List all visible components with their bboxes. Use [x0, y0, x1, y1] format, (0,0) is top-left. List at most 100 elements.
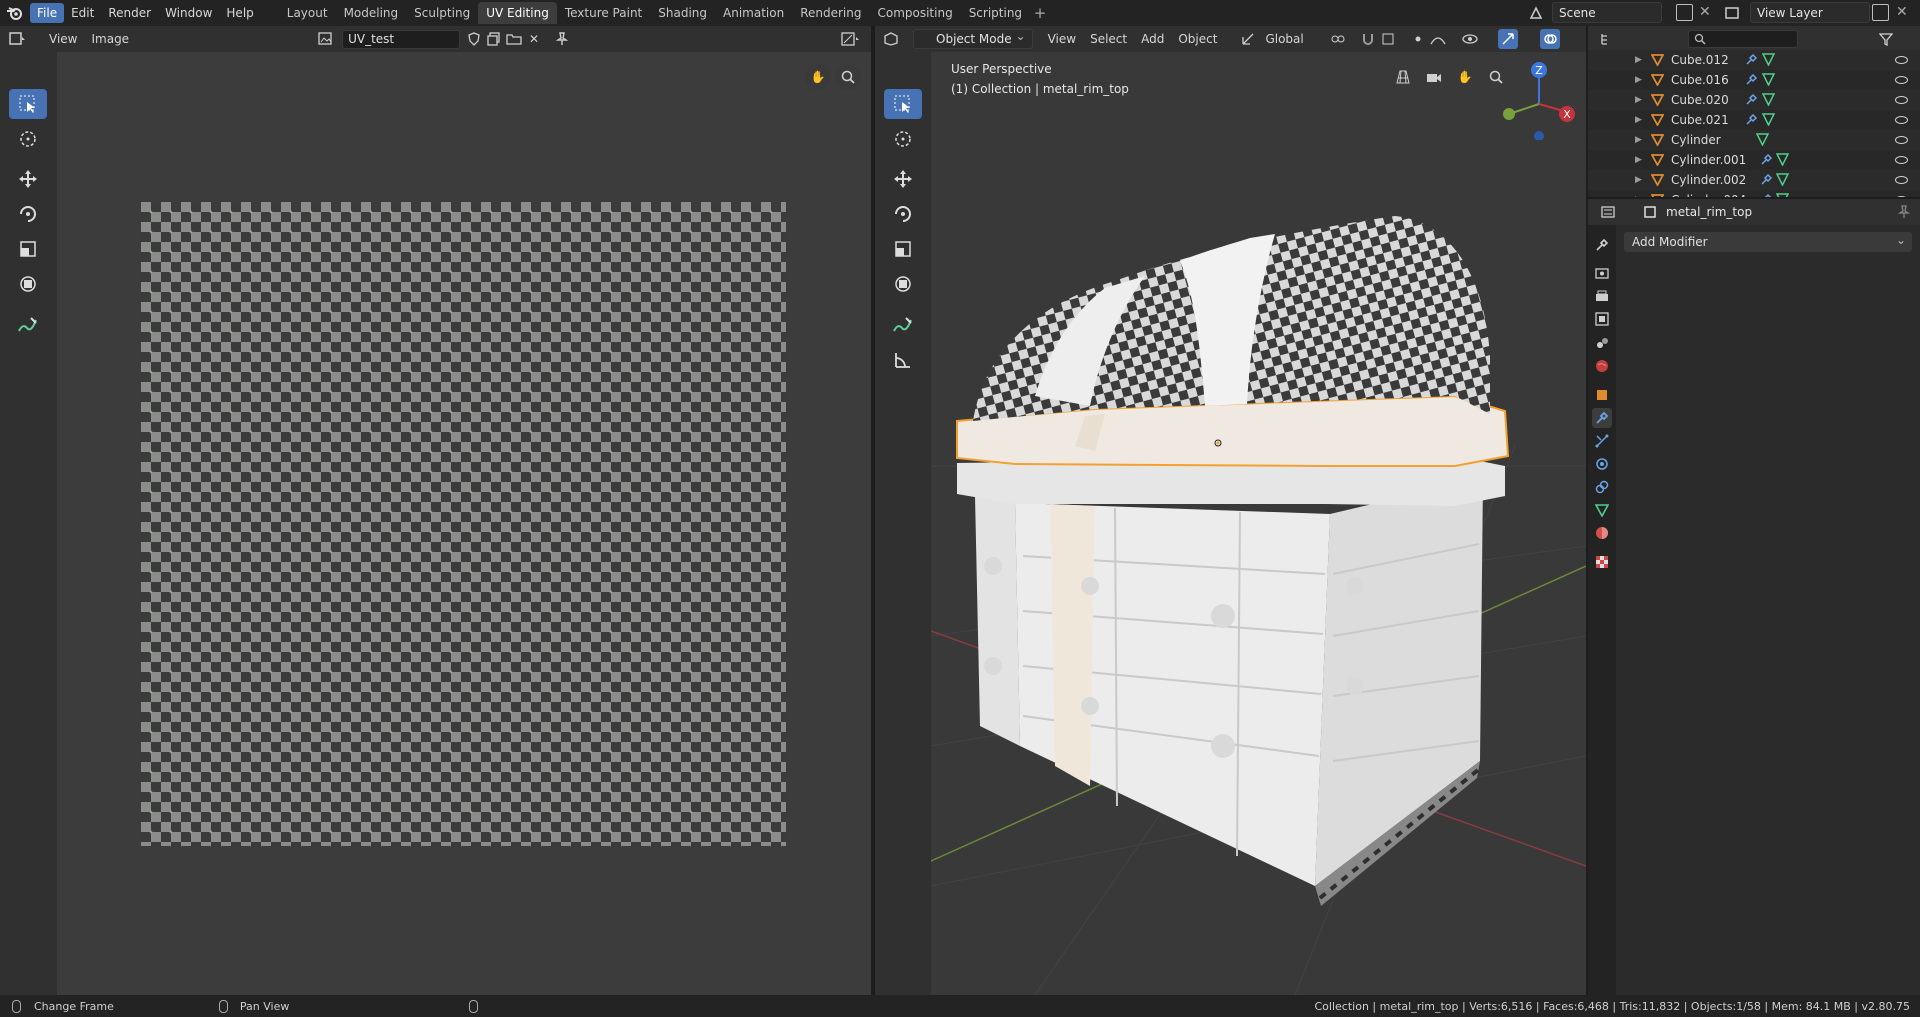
tab-layout[interactable]: Layout: [279, 2, 336, 24]
visibility-eye-icon[interactable]: [1895, 76, 1908, 84]
menu-file[interactable]: File: [30, 3, 65, 23]
outliner-row[interactable]: ▶ Cylinder: [1588, 130, 1920, 150]
tool-tab-icon[interactable]: [1592, 235, 1612, 255]
outliner-row[interactable]: ▶ Cube.016: [1588, 70, 1920, 90]
measure-tool[interactable]: [884, 345, 922, 375]
tab-compositing[interactable]: Compositing: [869, 2, 960, 24]
blender-logo-icon[interactable]: [0, 0, 30, 26]
output-tab-icon[interactable]: [1592, 286, 1612, 306]
modifier-tab-icon[interactable]: [1592, 408, 1612, 428]
visibility-eye-icon[interactable]: [1895, 116, 1908, 124]
material-tab-icon[interactable]: [1592, 523, 1612, 543]
viewport-editor-type-icon[interactable]: [883, 29, 903, 49]
viewport-menu-add[interactable]: Add: [1134, 29, 1171, 49]
new-scene-icon[interactable]: [1676, 4, 1693, 21]
outliner-row[interactable]: ▶ Cylinder.001: [1588, 150, 1920, 170]
gizmo-toggle-icon[interactable]: [1498, 29, 1518, 49]
texture-tab-icon[interactable]: [1592, 552, 1612, 572]
3d-viewport[interactable]: Object Mode View Select Add Object Globa…: [875, 26, 1586, 995]
outliner-row[interactable]: ▶ Cylinder.002: [1588, 170, 1920, 190]
viewport-annotate-tool[interactable]: [884, 310, 922, 340]
view-layer-selector[interactable]: View Layer: [1750, 2, 1870, 23]
view-layer-tab-icon[interactable]: [1592, 309, 1612, 329]
toggle-perspective-icon[interactable]: [1390, 64, 1416, 90]
scene-selector[interactable]: Scene: [1552, 2, 1662, 23]
move-tool[interactable]: [9, 164, 47, 194]
delete-scene-icon[interactable]: ✕: [1699, 4, 1711, 20]
properties-pin-icon[interactable]: [1894, 202, 1914, 222]
annotate-tool[interactable]: [9, 310, 47, 340]
uv-display-mode-icon[interactable]: [841, 29, 861, 49]
pin-icon[interactable]: [552, 29, 572, 49]
expand-arrow-icon[interactable]: ▶: [1635, 75, 1642, 85]
snap-icon[interactable]: [1358, 29, 1378, 49]
add-workspace-icon[interactable]: +: [1030, 4, 1050, 22]
menu-render[interactable]: Render: [101, 3, 158, 23]
delete-view-layer-icon[interactable]: ✕: [1896, 4, 1908, 20]
image-browse-icon[interactable]: [316, 29, 336, 49]
tab-shading[interactable]: Shading: [650, 2, 715, 24]
tab-texture-paint[interactable]: Texture Paint: [557, 2, 650, 24]
visibility-eye-icon[interactable]: [1895, 176, 1908, 184]
viewport-move-tool[interactable]: [884, 164, 922, 194]
menu-window[interactable]: Window: [158, 3, 219, 23]
pan-hand-icon[interactable]: ✋: [805, 64, 831, 90]
cursor-tool[interactable]: [9, 124, 47, 154]
new-image-icon[interactable]: [484, 29, 504, 49]
outliner-row[interactable]: ▶ Cylinder.004: [1588, 190, 1920, 197]
viewport-transform-tool[interactable]: [884, 269, 922, 299]
tab-sculpting[interactable]: Sculpting: [406, 2, 478, 24]
filter-icon[interactable]: [1876, 29, 1896, 49]
expand-arrow-icon[interactable]: ▶: [1635, 55, 1642, 65]
viewport-scale-tool[interactable]: [884, 234, 922, 264]
expand-arrow-icon[interactable]: ▶: [1635, 175, 1642, 185]
camera-view-icon[interactable]: [1421, 64, 1447, 90]
outliner-row[interactable]: ▶ Cube.021: [1588, 110, 1920, 130]
expand-arrow-icon[interactable]: ▶: [1635, 95, 1642, 105]
properties-editor-type-icon[interactable]: [1598, 202, 1618, 222]
fake-user-shield-icon[interactable]: [464, 29, 484, 49]
expand-arrow-icon[interactable]: ▶: [1635, 155, 1642, 165]
visibility-eye-icon[interactable]: [1895, 156, 1908, 164]
tab-animation[interactable]: Animation: [715, 2, 792, 24]
image-name-field[interactable]: UV_test: [342, 29, 461, 49]
menu-edit[interactable]: Edit: [64, 3, 101, 23]
zoom-icon[interactable]: [835, 64, 861, 90]
axis-navigation-gizmo[interactable]: Z X: [1503, 60, 1575, 140]
viewport-cursor-tool[interactable]: [884, 124, 922, 154]
new-view-layer-icon[interactable]: [1872, 4, 1889, 21]
tab-modeling[interactable]: Modeling: [336, 2, 407, 24]
outliner-row[interactable]: ▶ Cube.020: [1588, 90, 1920, 110]
expand-arrow-icon[interactable]: ▶: [1635, 135, 1642, 145]
outliner-search-field[interactable]: [1688, 30, 1798, 48]
unlink-image-icon[interactable]: ✕: [524, 29, 544, 49]
viewport-rotate-tool[interactable]: [884, 199, 922, 229]
viewport-select-box-tool[interactable]: [884, 89, 922, 119]
visibility-eye-icon[interactable]: [1895, 196, 1908, 197]
transform-orientation-dropdown[interactable]: Global: [1258, 29, 1319, 49]
visibility-eye-icon[interactable]: [1895, 96, 1908, 104]
outliner-row[interactable]: ▶ Cube.012: [1588, 50, 1920, 70]
editor-type-icon[interactable]: [8, 29, 28, 49]
object-mode-dropdown[interactable]: Object Mode: [913, 27, 1033, 49]
outliner-editor-type-icon[interactable]: [1598, 29, 1618, 49]
menu-help[interactable]: Help: [219, 3, 260, 23]
object-tab-icon[interactable]: [1592, 385, 1612, 405]
tab-rendering[interactable]: Rendering: [792, 2, 869, 24]
tab-uv-editing[interactable]: UV Editing: [478, 2, 557, 24]
viewport-menu-view[interactable]: View: [1041, 29, 1083, 49]
select-box-tool[interactable]: [9, 89, 47, 119]
viewport-pan-hand-icon[interactable]: ✋: [1452, 64, 1478, 90]
visibility-eye-icon[interactable]: [1895, 56, 1908, 64]
expand-arrow-icon[interactable]: ▶: [1635, 115, 1642, 125]
visibility-selectability-icon[interactable]: [1460, 29, 1480, 49]
viewport-menu-select[interactable]: Select: [1083, 29, 1134, 49]
world-tab-icon[interactable]: [1592, 356, 1612, 376]
falloff-icon[interactable]: [1428, 29, 1448, 49]
add-modifier-dropdown[interactable]: Add Modifier ⌄: [1624, 232, 1912, 252]
render-tab-icon[interactable]: [1592, 263, 1612, 283]
open-image-folder-icon[interactable]: [504, 29, 524, 49]
scene-tab-icon[interactable]: [1592, 333, 1612, 353]
rotate-tool[interactable]: [9, 199, 47, 229]
scale-tool[interactable]: [9, 234, 47, 264]
